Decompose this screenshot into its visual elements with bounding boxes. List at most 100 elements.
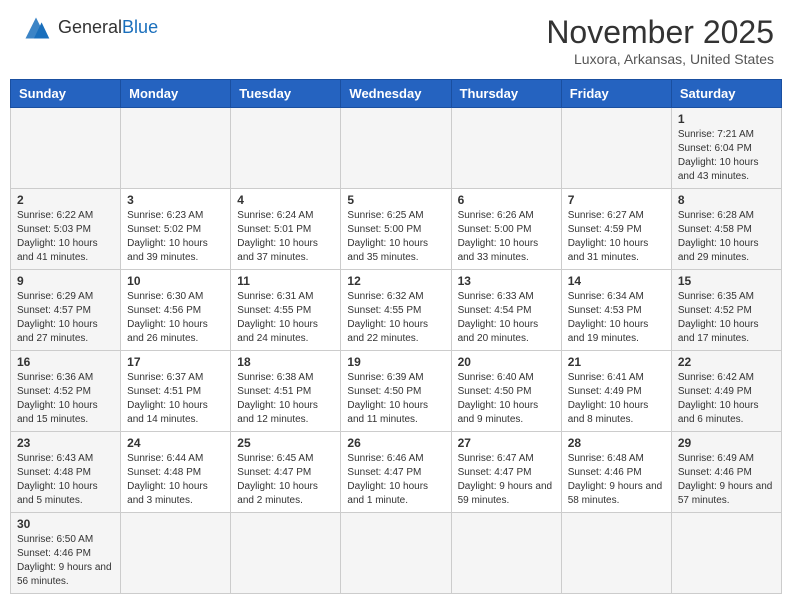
location-subtitle: Luxora, Arkansas, United States xyxy=(546,51,774,67)
day-number: 10 xyxy=(127,274,224,288)
day-info: Sunrise: 6:32 AM Sunset: 4:55 PM Dayligh… xyxy=(347,290,444,346)
day-info: Sunrise: 6:46 AM Sunset: 4:47 PM Dayligh… xyxy=(347,452,444,508)
day-info: Sunrise: 6:45 AM Sunset: 4:47 PM Dayligh… xyxy=(237,452,334,508)
calendar-cell: 18 Sunrise: 6:38 AM Sunset: 4:51 PM Dayli… xyxy=(231,351,341,432)
day-number: 30 xyxy=(17,517,114,531)
day-info: Sunrise: 6:37 AM Sunset: 4:51 PM Dayligh… xyxy=(127,371,224,427)
day-number: 18 xyxy=(237,355,334,369)
day-info: Sunrise: 6:50 AM Sunset: 4:46 PM Dayligh… xyxy=(17,533,114,589)
day-info: Sunrise: 6:22 AM Sunset: 5:03 PM Dayligh… xyxy=(17,209,114,265)
day-info: Sunrise: 6:40 AM Sunset: 4:50 PM Dayligh… xyxy=(458,371,555,427)
day-number: 6 xyxy=(458,193,555,207)
col-header-sunday: Sunday xyxy=(11,80,121,108)
day-info: Sunrise: 6:36 AM Sunset: 4:52 PM Dayligh… xyxy=(17,371,114,427)
calendar-cell xyxy=(341,108,451,189)
day-number: 3 xyxy=(127,193,224,207)
day-number: 5 xyxy=(347,193,444,207)
col-header-saturday: Saturday xyxy=(671,80,781,108)
calendar-cell: 3 Sunrise: 6:23 AM Sunset: 5:02 PM Daylig… xyxy=(121,189,231,270)
calendar-cell: 23 Sunrise: 6:43 AM Sunset: 4:48 PM Dayli… xyxy=(11,432,121,513)
day-info: Sunrise: 6:49 AM Sunset: 4:46 PM Dayligh… xyxy=(678,452,775,508)
calendar-cell: 4Sunrise: 6:24 AM Sunset: 5:01 PM Daylig… xyxy=(231,189,341,270)
day-info: Sunrise: 6:41 AM Sunset: 4:49 PM Dayligh… xyxy=(568,371,665,427)
calendar-week-row: 16 Sunrise: 6:36 AM Sunset: 4:52 PM Dayli… xyxy=(11,351,782,432)
calendar-cell: 19Sunrise: 6:39 AM Sunset: 4:50 PM Dayli… xyxy=(341,351,451,432)
day-number: 15 xyxy=(678,274,775,288)
day-info: Sunrise: 6:38 AM Sunset: 4:51 PM Dayligh… xyxy=(237,371,334,427)
day-number: 2 xyxy=(17,193,114,207)
day-info: Sunrise: 6:43 AM Sunset: 4:48 PM Dayligh… xyxy=(17,452,114,508)
day-number: 19 xyxy=(347,355,444,369)
calendar-cell: 16 Sunrise: 6:36 AM Sunset: 4:52 PM Dayli… xyxy=(11,351,121,432)
calendar-week-row: 9Sunrise: 6:29 AM Sunset: 4:57 PM Daylig… xyxy=(11,270,782,351)
day-number: 20 xyxy=(458,355,555,369)
logo-icon xyxy=(18,14,54,42)
day-number: 25 xyxy=(237,436,334,450)
day-number: 7 xyxy=(568,193,665,207)
day-number: 11 xyxy=(237,274,334,288)
day-number: 24 xyxy=(127,436,224,450)
calendar-cell: 5 Sunrise: 6:25 AM Sunset: 5:00 PM Daylig… xyxy=(341,189,451,270)
calendar-cell xyxy=(231,513,341,594)
calendar-cell: 11 Sunrise: 6:31 AM Sunset: 4:55 PM Dayli… xyxy=(231,270,341,351)
calendar-cell: 21 Sunrise: 6:41 AM Sunset: 4:49 PM Dayli… xyxy=(561,351,671,432)
calendar-cell xyxy=(561,513,671,594)
day-info: Sunrise: 6:31 AM Sunset: 4:55 PM Dayligh… xyxy=(237,290,334,346)
day-info: Sunrise: 6:34 AM Sunset: 4:53 PM Dayligh… xyxy=(568,290,665,346)
day-info: Sunrise: 6:24 AM Sunset: 5:01 PM Dayligh… xyxy=(237,209,334,265)
calendar-cell xyxy=(231,108,341,189)
calendar-cell: 8 Sunrise: 6:28 AM Sunset: 4:58 PM Daylig… xyxy=(671,189,781,270)
day-number: 17 xyxy=(127,355,224,369)
day-info: Sunrise: 6:23 AM Sunset: 5:02 PM Dayligh… xyxy=(127,209,224,265)
day-number: 21 xyxy=(568,355,665,369)
day-number: 23 xyxy=(17,436,114,450)
calendar-cell: 10 Sunrise: 6:30 AM Sunset: 4:56 PM Dayli… xyxy=(121,270,231,351)
calendar-cell: 17 Sunrise: 6:37 AM Sunset: 4:51 PM Dayli… xyxy=(121,351,231,432)
calendar-cell xyxy=(451,108,561,189)
calendar-cell: 27Sunrise: 6:47 AM Sunset: 4:47 PM Dayli… xyxy=(451,432,561,513)
col-header-tuesday: Tuesday xyxy=(231,80,341,108)
col-header-monday: Monday xyxy=(121,80,231,108)
day-info: Sunrise: 6:48 AM Sunset: 4:46 PM Dayligh… xyxy=(568,452,665,508)
day-info: Sunrise: 6:27 AM Sunset: 4:59 PM Dayligh… xyxy=(568,209,665,265)
calendar-cell xyxy=(671,513,781,594)
calendar-cell: 9Sunrise: 6:29 AM Sunset: 4:57 PM Daylig… xyxy=(11,270,121,351)
logo-text: GeneralBlue xyxy=(58,18,158,38)
calendar-cell: 25 Sunrise: 6:45 AM Sunset: 4:47 PM Dayli… xyxy=(231,432,341,513)
calendar-week-row: 1Sunrise: 7:21 AM Sunset: 6:04 PM Daylig… xyxy=(11,108,782,189)
day-info: Sunrise: 6:42 AM Sunset: 4:49 PM Dayligh… xyxy=(678,371,775,427)
col-header-thursday: Thursday xyxy=(451,80,561,108)
calendar-cell: 26Sunrise: 6:46 AM Sunset: 4:47 PM Dayli… xyxy=(341,432,451,513)
calendar-cell: 7 Sunrise: 6:27 AM Sunset: 4:59 PM Daylig… xyxy=(561,189,671,270)
calendar-cell: 24Sunrise: 6:44 AM Sunset: 4:48 PM Dayli… xyxy=(121,432,231,513)
calendar-cell: 1Sunrise: 7:21 AM Sunset: 6:04 PM Daylig… xyxy=(671,108,781,189)
day-info: Sunrise: 6:33 AM Sunset: 4:54 PM Dayligh… xyxy=(458,290,555,346)
calendar-cell xyxy=(11,108,121,189)
day-info: Sunrise: 6:47 AM Sunset: 4:47 PM Dayligh… xyxy=(458,452,555,508)
day-number: 22 xyxy=(678,355,775,369)
day-info: Sunrise: 6:28 AM Sunset: 4:58 PM Dayligh… xyxy=(678,209,775,265)
day-info: Sunrise: 7:21 AM Sunset: 6:04 PM Dayligh… xyxy=(678,128,775,184)
day-info: Sunrise: 6:30 AM Sunset: 4:56 PM Dayligh… xyxy=(127,290,224,346)
calendar-cell xyxy=(341,513,451,594)
calendar-week-row: 2 Sunrise: 6:22 AM Sunset: 5:03 PM Daylig… xyxy=(11,189,782,270)
page-header: GeneralBlue November 2025 Luxora, Arkans… xyxy=(10,10,782,71)
day-number: 13 xyxy=(458,274,555,288)
calendar-cell: 14 Sunrise: 6:34 AM Sunset: 4:53 PM Dayli… xyxy=(561,270,671,351)
calendar-cell: 30 Sunrise: 6:50 AM Sunset: 4:46 PM Dayli… xyxy=(11,513,121,594)
calendar-header-row: SundayMondayTuesdayWednesdayThursdayFrid… xyxy=(11,80,782,108)
day-info: Sunrise: 6:35 AM Sunset: 4:52 PM Dayligh… xyxy=(678,290,775,346)
day-info: Sunrise: 6:25 AM Sunset: 5:00 PM Dayligh… xyxy=(347,209,444,265)
day-number: 9 xyxy=(17,274,114,288)
calendar-cell xyxy=(121,108,231,189)
day-number: 16 xyxy=(17,355,114,369)
col-header-friday: Friday xyxy=(561,80,671,108)
calendar-week-row: 23 Sunrise: 6:43 AM Sunset: 4:48 PM Dayli… xyxy=(11,432,782,513)
calendar-cell: 20 Sunrise: 6:40 AM Sunset: 4:50 PM Dayli… xyxy=(451,351,561,432)
calendar-cell: 2 Sunrise: 6:22 AM Sunset: 5:03 PM Daylig… xyxy=(11,189,121,270)
day-number: 29 xyxy=(678,436,775,450)
calendar-cell: 6Sunrise: 6:26 AM Sunset: 5:00 PM Daylig… xyxy=(451,189,561,270)
title-block: November 2025 Luxora, Arkansas, United S… xyxy=(546,14,774,67)
day-number: 8 xyxy=(678,193,775,207)
day-number: 14 xyxy=(568,274,665,288)
